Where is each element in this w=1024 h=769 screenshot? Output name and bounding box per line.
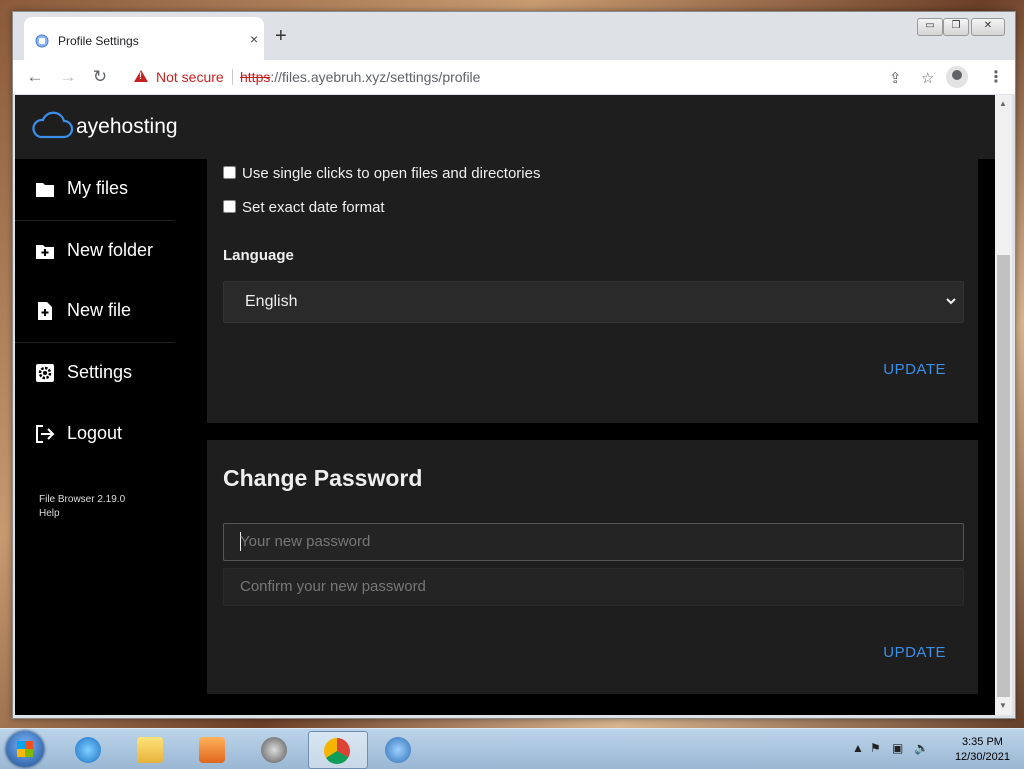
browser-window: Profile Settings × + ▭ ❐ ✕ ← → ↻ Not sec…	[12, 11, 1016, 719]
language-value: English	[245, 293, 298, 310]
tab-strip: Profile Settings × + ▭ ❐ ✕	[13, 12, 1015, 61]
address-bar[interactable]: Not secure https://files.ayebruh.xyz/set…	[126, 64, 1006, 90]
confirm-password-input[interactable]: Confirm your new password	[223, 568, 964, 606]
date-format-option[interactable]: Set exact date format	[223, 199, 385, 216]
system-tray: ▲ ⚑ ▣ 🔈 3:35 PM 12/30/2021	[836, 733, 1016, 765]
sidebar-item-label: Settings	[67, 362, 133, 382]
taskbar-vpn[interactable]	[370, 731, 428, 767]
sidebar-item-label: New folder	[67, 240, 154, 260]
profile-avatar-icon[interactable]	[946, 66, 968, 88]
single-click-checkbox[interactable]	[223, 166, 236, 179]
sidebar-item-logout[interactable]: Logout	[15, 404, 175, 464]
brand-name[interactable]: ayehosting	[76, 115, 178, 139]
scroll-down-icon[interactable]: ▼	[999, 701, 1007, 710]
taskbar-media-player[interactable]	[184, 731, 242, 767]
sidebar-item-my-files[interactable]: My files	[15, 159, 175, 219]
tab-close-button[interactable]: ×	[250, 31, 258, 47]
single-click-label: Use single clicks to open files and dire…	[242, 165, 541, 182]
date-format-label: Set exact date format	[242, 199, 385, 216]
taskbar: ▲ ⚑ ▣ 🔈 3:35 PM 12/30/2021	[0, 728, 1024, 769]
profile-update-button[interactable]: UPDATE	[883, 361, 946, 378]
new-password-input[interactable]: Your new password	[223, 523, 964, 561]
clock-time: 3:35 PM	[961, 736, 1003, 748]
help-link[interactable]: Help	[39, 507, 125, 521]
sidebar-item-new-folder[interactable]: New folder	[15, 221, 175, 281]
start-button[interactable]	[6, 731, 44, 767]
new-folder-icon	[36, 245, 54, 259]
reload-button[interactable]: ↻	[90, 67, 110, 87]
gear-icon	[36, 364, 54, 382]
sidebar-item-label: Logout	[67, 423, 123, 443]
single-click-option[interactable]: Use single clicks to open files and dire…	[223, 165, 540, 182]
network-icon[interactable]: ▣	[892, 741, 903, 755]
confirm-password-placeholder: Confirm your new password	[240, 578, 426, 595]
forward-button[interactable]: →	[58, 67, 78, 87]
internet-explorer-icon	[75, 737, 101, 763]
browser-menu-icon[interactable]: ⋮	[988, 67, 1004, 87]
media-player-icon	[199, 737, 225, 763]
chevron-down-icon	[946, 298, 956, 305]
clock[interactable]: 3:35 PM 12/30/2021	[955, 735, 1010, 765]
tab-title: Profile Settings	[58, 34, 139, 48]
show-hidden-icons[interactable]: ▲	[852, 741, 864, 755]
profile-settings-card: Use single clicks to open files and dire…	[207, 159, 978, 423]
scrollbar-thumb[interactable]	[997, 255, 1010, 697]
globe-icon	[35, 34, 49, 48]
bookmark-star-icon[interactable]: ☆	[921, 69, 934, 87]
language-label: Language	[223, 247, 294, 264]
new-password-placeholder: Your new password	[240, 533, 371, 550]
minimize-button[interactable]: ▭	[917, 18, 943, 36]
sidebar-item-settings[interactable]: Settings	[15, 343, 175, 403]
date-format-checkbox[interactable]	[223, 200, 236, 213]
raccoon-icon	[261, 737, 287, 763]
version-text: File Browser 2.19.0	[39, 494, 126, 505]
volume-muted-icon[interactable]: 🔈	[914, 741, 929, 755]
close-window-button[interactable]: ✕	[971, 18, 1005, 36]
restore-button[interactable]: ❐	[943, 18, 969, 36]
app-header: ayehosting	[15, 95, 995, 159]
warning-icon	[134, 70, 148, 82]
taskbar-explorer[interactable]	[122, 731, 180, 767]
url-scheme: https	[240, 69, 271, 85]
clock-date: 12/30/2021	[954, 751, 1010, 763]
chrome-icon	[324, 738, 350, 764]
url-text[interactable]: https://files.ayebruh.xyz/settings/profi…	[240, 69, 480, 85]
page-scrollbar[interactable]: ▲ ▼	[995, 95, 1012, 715]
shield-icon	[385, 737, 411, 763]
change-password-card: Change Password Your new password Confir…	[207, 440, 978, 694]
change-password-title: Change Password	[223, 465, 423, 491]
cloud-logo-icon[interactable]	[31, 111, 73, 141]
url-rest: ://files.ayebruh.xyz/settings/profile	[270, 69, 481, 85]
browser-toolbar: ← → ↻ Not secure https://files.ayebruh.x…	[13, 60, 1015, 94]
taskbar-chrome[interactable]	[308, 731, 368, 769]
new-file-icon	[38, 302, 52, 320]
taskbar-ie[interactable]	[60, 731, 118, 767]
flag-icon[interactable]: ⚑	[870, 741, 881, 755]
share-icon[interactable]: ⇪	[889, 69, 902, 87]
taskbar-raccoon-app[interactable]	[246, 731, 304, 767]
logout-icon	[36, 425, 55, 443]
sidebar-item-new-file[interactable]: New file	[15, 281, 175, 341]
sidebar-item-label: My files	[67, 178, 129, 198]
back-button[interactable]: ←	[25, 67, 45, 87]
folder-icon	[36, 183, 54, 197]
sidebar: My files New folder New file Settings Lo…	[15, 159, 205, 715]
tab-profile-settings[interactable]: Profile Settings ×	[24, 17, 264, 61]
page-viewport: ayehosting My files New folder New file …	[15, 95, 995, 715]
divider	[232, 69, 233, 85]
folder-icon	[137, 737, 163, 763]
scroll-up-icon[interactable]: ▲	[999, 99, 1007, 108]
security-label[interactable]: Not secure	[156, 69, 224, 85]
new-tab-button[interactable]: +	[275, 26, 287, 46]
version-info: File Browser 2.19.0 Help	[39, 493, 125, 521]
password-update-button[interactable]: UPDATE	[883, 644, 946, 661]
language-select[interactable]: English	[223, 281, 964, 323]
sidebar-item-label: New file	[67, 300, 132, 320]
